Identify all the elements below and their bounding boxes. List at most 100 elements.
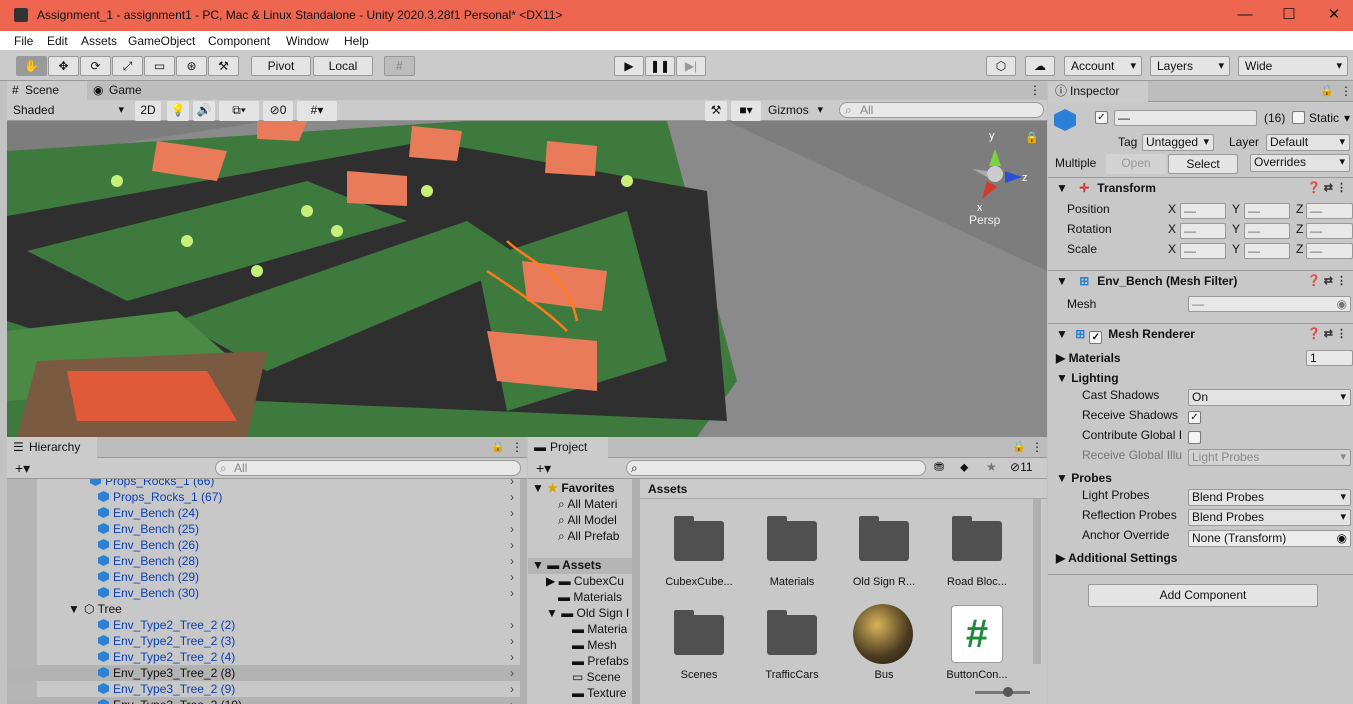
transform-rotation-x-field[interactable]: — xyxy=(1180,223,1226,239)
light-probes-dropdown[interactable]: Blend Probes xyxy=(1188,489,1351,506)
2d-toggle[interactable]: 2D xyxy=(135,101,161,121)
hierarchy-row[interactable]: Env_Bench (29) › xyxy=(7,569,520,585)
select-button[interactable]: Select xyxy=(1168,154,1238,174)
anchor-override-field[interactable]: None (Transform) ◉ xyxy=(1188,530,1351,547)
gizmos-dropdown[interactable]: Gizmos xyxy=(762,101,828,121)
tree-scrollbar[interactable] xyxy=(632,479,640,704)
add-object-button[interactable]: +▾ xyxy=(15,460,30,477)
receive-shadows-checkbox[interactable]: ✓ xyxy=(1188,411,1201,424)
cast-shadows-dropdown[interactable]: On xyxy=(1188,389,1351,406)
menu-edit[interactable]: Edit xyxy=(47,34,68,48)
folder-icon[interactable] xyxy=(674,516,724,561)
scene-search-input[interactable]: ⌕ All xyxy=(839,102,1044,118)
project-breadcrumb[interactable]: Assets xyxy=(640,479,1047,499)
overrides-dropdown[interactable]: Overrides xyxy=(1250,154,1350,172)
expand-arrow-icon[interactable]: ▼ xyxy=(68,601,80,617)
open-prefab-arrow-icon[interactable]: › xyxy=(510,569,514,585)
hierarchy-row[interactable]: Env_Type3_Tree_2 (10) › xyxy=(7,697,520,704)
csharp-script-icon[interactable]: # xyxy=(951,605,1003,663)
contribute-gi-checkbox[interactable] xyxy=(1188,431,1201,444)
perspective-label[interactable]: Persp xyxy=(969,213,1000,227)
transform-tool-icon[interactable]: ⊛ xyxy=(176,56,207,76)
hierarchy-row[interactable]: ▼ ⬡ Tree xyxy=(7,601,520,617)
zoom-slider[interactable] xyxy=(975,687,1030,697)
audio-icon[interactable]: 🔊 xyxy=(193,101,215,121)
folder-icon[interactable] xyxy=(767,610,817,655)
tab-scene[interactable]: # Scene xyxy=(7,81,87,100)
hierarchy-row[interactable]: Props_Rocks_1 (67) › xyxy=(7,489,520,505)
panel-menu-icon[interactable]: ⋮ xyxy=(1031,440,1043,454)
component-menu-icons[interactable]: ❓ ⇄ ⋮ xyxy=(1307,270,1347,292)
active-checkbox[interactable]: ✓ xyxy=(1095,111,1108,124)
folder-node[interactable]: ▬ Texture xyxy=(572,686,626,700)
shading-dropdown[interactable]: Shaded xyxy=(7,101,129,121)
step-button[interactable]: ▶| xyxy=(676,56,706,76)
reflection-probes-dropdown[interactable]: Blend Probes xyxy=(1188,509,1351,526)
scale-tool-icon[interactable]: ⤢ xyxy=(112,56,143,76)
object-picker-icon[interactable]: ◉ xyxy=(1337,531,1347,545)
hierarchy-row[interactable]: Env_Type2_Tree_2 (3) › xyxy=(7,633,520,649)
hierarchy-scrollbar[interactable] xyxy=(520,479,527,704)
open-prefab-arrow-icon[interactable]: › xyxy=(510,537,514,553)
project-search-input[interactable]: ⌕ xyxy=(626,460,926,476)
layers-dropdown[interactable]: Layers xyxy=(1150,56,1230,76)
name-field[interactable]: — xyxy=(1114,110,1257,126)
hierarchy-row[interactable]: Env_Bench (28) › xyxy=(7,553,520,569)
hidden-objects-icon[interactable]: ⊘0 xyxy=(263,101,293,121)
lighting-icon[interactable]: 💡 xyxy=(167,101,189,121)
tag-dropdown[interactable]: Untagged xyxy=(1142,134,1214,151)
menu-help[interactable]: Help xyxy=(344,34,369,48)
collab-icon[interactable]: ⬡ xyxy=(986,56,1016,76)
tab-inspector[interactable]: ⓘ Inspector xyxy=(1048,81,1148,102)
renderer-header[interactable]: ▼ ⊞ ✓ Mesh Renderer ❓ ⇄ ⋮ xyxy=(1048,323,1353,345)
folder-icon[interactable] xyxy=(952,516,1002,561)
transform-position-x-field[interactable]: — xyxy=(1180,203,1226,219)
probes-foldout[interactable]: ▼ Probes xyxy=(1048,468,1353,488)
move-tool-icon[interactable]: ✥ xyxy=(48,56,79,76)
hierarchy-row[interactable]: Env_Type2_Tree_2 (2) › xyxy=(7,617,520,633)
maximize-button[interactable]: ☐ xyxy=(1269,4,1309,26)
folder-node[interactable]: ▬ Prefabs xyxy=(572,654,629,668)
favorite-item[interactable]: ⌕ All Materi xyxy=(558,497,617,512)
receive-gi-dropdown[interactable]: Light Probes xyxy=(1188,449,1351,466)
static-dropdown-icon[interactable]: ▾ xyxy=(1344,111,1350,125)
open-prefab-arrow-icon[interactable]: › xyxy=(510,521,514,537)
open-prefab-arrow-icon[interactable]: › xyxy=(510,585,514,601)
transform-rotation-y-field[interactable]: — xyxy=(1244,223,1290,239)
mesh-field[interactable]: — ◉ xyxy=(1188,296,1351,312)
hierarchy-row[interactable]: Props_Rocks_1 (66) › xyxy=(7,479,520,489)
tab-hierarchy[interactable]: ☰ Hierarchy xyxy=(7,437,97,458)
tab-game[interactable]: ◉ Game xyxy=(91,81,151,100)
account-dropdown[interactable]: Account xyxy=(1064,56,1142,76)
renderer-enabled-checkbox[interactable]: ✓ xyxy=(1089,331,1103,344)
folder-icon[interactable] xyxy=(859,516,909,561)
orientation-gizmo[interactable]: y z x xyxy=(967,129,1028,219)
open-prefab-arrow-icon[interactable]: › xyxy=(510,479,514,489)
menu-assets[interactable]: Assets xyxy=(81,34,117,48)
lighting-foldout[interactable]: ▼ Lighting xyxy=(1048,368,1353,388)
material-sphere-icon[interactable] xyxy=(853,604,913,664)
camera-icon[interactable]: ■▾ xyxy=(731,101,761,121)
hidden-packages-icon[interactable]: ⊘11 xyxy=(1010,460,1033,474)
rect-tool-icon[interactable]: ▭ xyxy=(144,56,175,76)
pause-button[interactable]: ❚❚ xyxy=(645,56,675,76)
folder-node[interactable]: ▭ Scene xyxy=(572,670,621,684)
close-button[interactable]: ✕ xyxy=(1314,4,1353,26)
lock-icon[interactable]: 🔒 xyxy=(1320,84,1334,97)
lock-icon[interactable]: 🔒 xyxy=(1012,440,1026,453)
transform-scale-x-field[interactable]: — xyxy=(1180,243,1226,259)
additional-settings-foldout[interactable]: ▶ Additional Settings xyxy=(1048,548,1353,568)
menu-file[interactable]: File xyxy=(14,34,33,48)
hierarchy-row[interactable]: Env_Bench (25) › xyxy=(7,521,520,537)
folder-icon[interactable] xyxy=(674,610,724,655)
lock-icon[interactable]: 🔒 xyxy=(1025,131,1039,144)
favorite-item[interactable]: ⌕ All Prefab xyxy=(558,529,619,544)
tab-project[interactable]: ▬ Project xyxy=(528,437,608,458)
open-prefab-arrow-icon[interactable]: › xyxy=(510,489,514,505)
favorites-node[interactable]: ▼ ★ Favorites xyxy=(532,481,615,495)
hierarchy-row[interactable]: Env_Type3_Tree_2 (9) › xyxy=(7,681,520,697)
cloud-icon[interactable]: ☁ xyxy=(1025,56,1055,76)
hierarchy-row[interactable]: Env_Type3_Tree_2 (8) › xyxy=(7,665,520,681)
open-prefab-arrow-icon[interactable]: › xyxy=(510,617,514,633)
assets-node[interactable]: ▼ ▬ Assets xyxy=(528,558,632,574)
